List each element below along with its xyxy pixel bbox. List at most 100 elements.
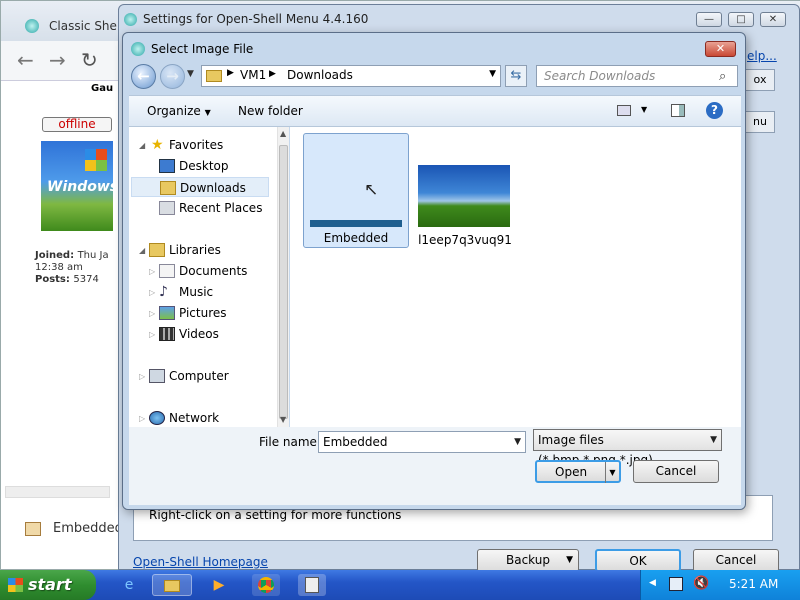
open-dropdown-icon[interactable]: ▼	[605, 462, 619, 483]
new-folder-button[interactable]: New folder	[238, 104, 303, 118]
chevron-down-icon[interactable]: ▼	[641, 105, 647, 114]
folder-icon	[206, 70, 222, 82]
scroll-down-icon[interactable]: ▼	[280, 415, 286, 424]
network-tray-icon[interactable]	[669, 577, 683, 591]
organize-button[interactable]: Organize ▼	[147, 104, 211, 118]
breadcrumb-downloads[interactable]: Downloads	[287, 68, 353, 82]
clock[interactable]: 5:21 AM	[729, 577, 778, 591]
image-thumbnail	[418, 165, 510, 227]
view-icon[interactable]	[617, 105, 631, 116]
file-item-image[interactable]: l1eep7q3vuq91	[415, 133, 521, 248]
nav-label: Downloads	[180, 181, 246, 195]
address-bar[interactable]: ▶ VM1 ▶ Downloads ▼	[201, 65, 501, 87]
open-shell-icon	[25, 19, 39, 33]
horizontal-scrollbar[interactable]	[5, 486, 110, 498]
expand-icon: ▷	[149, 267, 156, 276]
backup-label: Backup	[506, 553, 550, 567]
attachment-label[interactable]: Embedded	[53, 521, 123, 536]
search-input[interactable]: Search Downloads	[536, 65, 738, 87]
back-icon[interactable]: ←	[17, 48, 34, 72]
browser-tab-title[interactable]: Classic Shell	[49, 19, 124, 33]
forward-button[interactable]: →	[160, 64, 185, 89]
filename-label: File name:	[259, 435, 321, 449]
nav-downloads[interactable]: Downloads	[131, 177, 269, 197]
posts-value: 5374	[73, 274, 99, 285]
tab-menu[interactable]: nu	[745, 111, 775, 133]
back-button[interactable]: ←	[131, 64, 156, 89]
chrome-icon[interactable]	[252, 574, 280, 596]
nav-label: Pictures	[179, 306, 227, 320]
nav-pictures[interactable]: ▷ Pictures	[129, 303, 269, 323]
nav-computer[interactable]: ▷ Computer	[129, 366, 269, 386]
taskbar: start e ▶ ◀ 🔇 5:21 AM	[0, 570, 800, 600]
help-link[interactable]: elp...	[747, 49, 777, 63]
help-icon[interactable]: ?	[706, 102, 723, 119]
tray-expand-icon[interactable]: ◀	[649, 578, 656, 588]
filetype-select[interactable]: Image files (*.bmp,*.png,*.jpg)▼	[533, 429, 722, 467]
ok-button[interactable]: OK	[595, 549, 681, 572]
reload-icon[interactable]: ↻	[81, 48, 98, 72]
chevron-down-icon[interactable]: ▼	[489, 69, 496, 79]
settings-title: Settings for Open-Shell Menu 4.4.160	[143, 12, 369, 26]
nav-favorites[interactable]: ◢ ★ Favorites	[129, 135, 269, 155]
settings-taskbar-button[interactable]	[298, 574, 326, 596]
nav-network[interactable]: ▷ Network	[129, 408, 269, 428]
refresh-button[interactable]: ⇆	[505, 65, 527, 87]
filename-value: Embedded	[323, 435, 388, 449]
column-header: Gau	[91, 83, 114, 94]
scroll-thumb[interactable]	[279, 145, 288, 419]
collapse-icon: ◢	[139, 141, 146, 150]
maximize-button[interactable]: □	[728, 12, 754, 27]
start-button[interactable]: start	[0, 570, 96, 600]
network-icon	[149, 411, 165, 425]
folder-icon	[164, 580, 180, 592]
nav-desktop[interactable]: Desktop	[129, 156, 269, 176]
select-image-dialog: Select Image File ✕ ← → ▼ ▶ VM1 ▶ Downlo…	[122, 32, 746, 510]
nav-label: Favorites	[169, 138, 224, 152]
nav-libraries[interactable]: ◢ Libraries	[129, 240, 269, 260]
open-shell-icon	[131, 42, 145, 56]
scroll-up-icon[interactable]: ▲	[280, 129, 286, 138]
chevron-down-icon[interactable]: ▼	[514, 432, 521, 452]
image-file-icon	[25, 522, 41, 536]
file-list: Embedded ↖ l1eep7q3vuq91	[290, 127, 741, 427]
dialog-cancel-button[interactable]: Cancel	[633, 460, 719, 483]
dialog-footer: File name: Embedded ▼ Image files (*.bmp,…	[129, 427, 741, 505]
recent-pages-icon[interactable]: ▼	[187, 69, 194, 79]
posts-label: Posts:	[35, 274, 70, 285]
nav-label: Network	[169, 411, 220, 425]
nav-music[interactable]: ▷ ♪ Music	[129, 282, 269, 302]
expand-icon: ▷	[149, 330, 156, 339]
nav-scrollbar[interactable]: ▲ ▼	[277, 127, 289, 427]
nav-videos[interactable]: ▷ Videos	[129, 324, 269, 344]
close-button[interactable]: ✕	[760, 12, 786, 27]
nav-label: Desktop	[179, 159, 229, 173]
forward-icon[interactable]: →	[49, 48, 66, 72]
tab-box[interactable]: ox	[745, 69, 775, 91]
image-thumbnail	[310, 220, 402, 227]
organize-label: Organize	[147, 104, 201, 118]
file-item-embedded[interactable]: Embedded ↖	[303, 133, 409, 248]
volume-muted-icon[interactable]: 🔇	[693, 576, 709, 591]
videos-icon	[159, 327, 175, 341]
cancel-button[interactable]: Cancel	[693, 549, 779, 572]
open-shell-icon	[124, 13, 137, 26]
preview-pane-icon[interactable]	[671, 104, 685, 117]
system-tray: ◀ 🔇 5:21 AM	[640, 570, 800, 600]
ie-icon[interactable]: e	[116, 574, 142, 596]
filename-input[interactable]: Embedded ▼	[318, 431, 526, 453]
minimize-button[interactable]: —	[696, 12, 722, 27]
posts-info: Posts: 5374	[35, 274, 99, 285]
explorer-taskbar-button[interactable]	[152, 574, 192, 596]
media-player-icon[interactable]: ▶	[206, 574, 232, 596]
search-icon[interactable]: ⌕	[719, 69, 726, 84]
nav-label: Recent Places	[179, 201, 263, 215]
homepage-link[interactable]: Open-Shell Homepage	[133, 555, 268, 569]
backup-button[interactable]: Backup ▼	[477, 549, 579, 572]
cursor-icon: ↖	[364, 180, 379, 200]
breadcrumb-vm1[interactable]: VM1	[240, 68, 266, 82]
nav-recent-places[interactable]: Recent Places	[129, 198, 269, 218]
open-button[interactable]: Open ▼	[535, 460, 621, 483]
dialog-close-button[interactable]: ✕	[705, 41, 736, 57]
nav-documents[interactable]: ▷ Documents	[129, 261, 269, 281]
